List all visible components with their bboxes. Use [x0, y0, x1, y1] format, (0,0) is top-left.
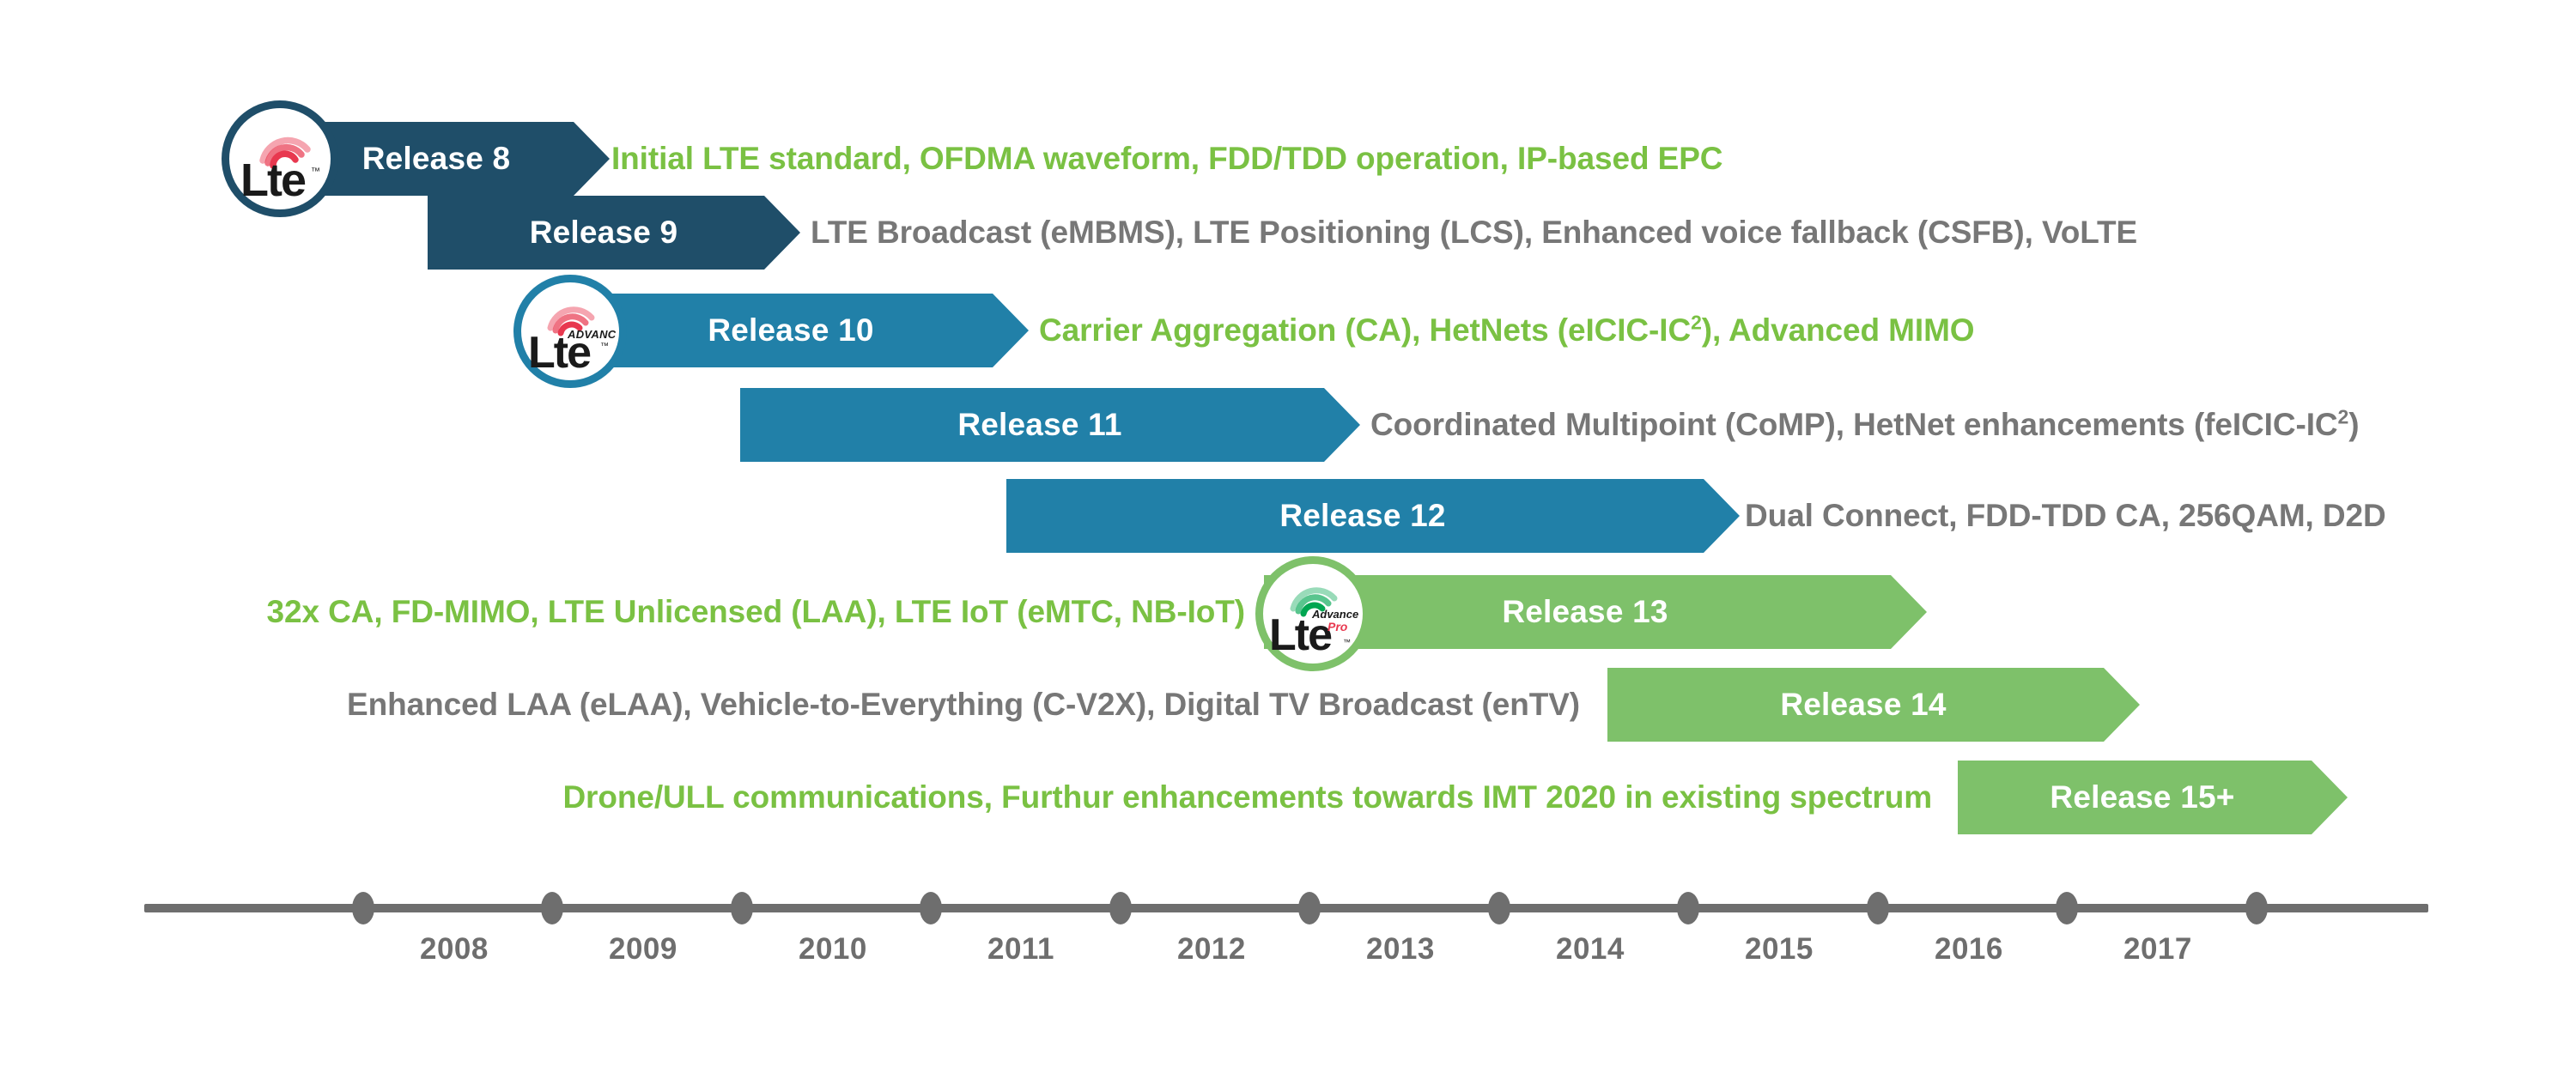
timeline-year-label: 2017	[2123, 932, 2192, 966]
release-row: Drone/ULL communications, Furthur enhanc…	[0, 761, 2576, 834]
lte-advanced-logo-icon: Lte ADVANCED ™	[528, 306, 616, 374]
lte-logo-icon: Lte ™	[240, 136, 320, 202]
release-arrow-release-12[interactable]: Release 12	[1006, 479, 1740, 553]
release-description: Drone/ULL communications, Furthur enhanc…	[155, 761, 1932, 834]
timeline-year-label: 2008	[420, 932, 489, 966]
release-description: Coordinated Multipoint (CoMP), HetNet en…	[1370, 388, 2573, 462]
release-arrow-label: Release 10	[708, 312, 874, 348]
release-row: Enhanced LAA (eLAA), Vehicle-to-Everythi…	[0, 668, 2576, 742]
release-description-text: LTE Broadcast (eMBMS), LTE Positioning (…	[811, 215, 2138, 250]
release-arrow-label: Release 13	[1502, 594, 1668, 629]
release-description-text: 32x CA, FD-MIMO, LTE Unlicensed (LAA), L…	[266, 594, 1246, 629]
release-row: Release 12 Dual Connect, FDD-TDD CA, 256…	[0, 479, 2576, 553]
release-arrow-release-9[interactable]: Release 9	[428, 196, 800, 270]
timeline-tick-dot	[731, 892, 753, 924]
timeline-year-label: 2016	[1935, 932, 2003, 966]
release-description-text: Coordinated Multipoint (CoMP), HetNet en…	[1370, 405, 2360, 442]
release-arrow-release-14[interactable]: Release 14	[1607, 668, 2140, 742]
release-arrow-release-10[interactable]: Release 10	[574, 294, 1029, 367]
timeline-tick-dot	[920, 892, 942, 924]
timeline-year-label: 2013	[1366, 932, 1435, 966]
release-arrow-label: Release 8	[361, 141, 511, 176]
release-row: Release 10 Carrier Aggregation (CA), Het…	[0, 275, 2576, 388]
timeline-tick-dot	[1677, 892, 1699, 924]
release-arrow-release-11[interactable]: Release 11	[740, 388, 1360, 462]
lte-release-timeline: Release 8 Initial LTE standard, OFDMA wa…	[0, 0, 2576, 1091]
timeline-year-label: 2011	[987, 932, 1054, 966]
release-description-text: Initial LTE standard, OFDMA waveform, FD…	[611, 141, 1723, 176]
timeline-tick-dot	[1298, 892, 1321, 924]
svg-text:Advanced: Advanced	[1311, 608, 1358, 621]
timeline-year-label: 2012	[1177, 932, 1246, 966]
svg-text:™: ™	[1343, 638, 1351, 646]
timeline-tick-dot	[1488, 892, 1510, 924]
release-description-text: Drone/ULL communications, Furthur enhanc…	[562, 779, 1932, 815]
release-row: Release 8 Initial LTE standard, OFDMA wa…	[0, 100, 2576, 217]
timeline-tick-dot	[2245, 892, 2268, 924]
timeline-year-label: 2010	[799, 932, 867, 966]
release-description: Initial LTE standard, OFDMA waveform, FD…	[611, 122, 2500, 196]
release-arrow-label: Release 11	[957, 407, 1122, 442]
release-arrow-label: Release 15+	[2050, 779, 2235, 815]
release-arrow-label: Release 9	[529, 215, 678, 250]
timeline-tick-dot	[1867, 892, 1889, 924]
lte-advanced-pro-logo-icon: Lte Advanced Pro ™	[1269, 587, 1358, 657]
release-description-text: Dual Connect, FDD-TDD CA, 256QAM, D2D	[1745, 498, 2386, 533]
svg-text:Pro: Pro	[1327, 620, 1348, 633]
timeline-tick-dot	[1109, 892, 1132, 924]
release-description: Enhanced LAA (eLAA), Vehicle-to-Everythi…	[155, 668, 1580, 742]
svg-text:ADVANCED: ADVANCED	[567, 328, 616, 341]
release-row: Release 11 Coordinated Multipoint (CoMP)…	[0, 388, 2576, 462]
timeline-year-label: 2009	[609, 932, 677, 966]
release-description: Carrier Aggregation (CA), HetNets (eICIC…	[1039, 294, 2499, 367]
timeline-tick-dot	[2056, 892, 2078, 924]
timeline-year-label: 2015	[1745, 932, 1814, 966]
timeline-tick-dot	[541, 892, 563, 924]
release-row: 32x CA, FD-MIMO, LTE Unlicensed (LAA), L…	[0, 556, 2576, 671]
release-arrow-release-15-plus[interactable]: Release 15+	[1958, 761, 2348, 834]
release-description-text: Carrier Aggregation (CA), HetNets (eICIC…	[1039, 311, 1975, 348]
release-description: 32x CA, FD-MIMO, LTE Unlicensed (LAA), L…	[155, 575, 1246, 649]
svg-text:Lte: Lte	[240, 155, 306, 202]
timeline-year-label: 2014	[1556, 932, 1625, 966]
release-description: LTE Broadcast (eMBMS), LTE Positioning (…	[811, 196, 2528, 270]
lte-advanced-pro-logo-badge: Lte Advanced Pro ™	[1255, 556, 1370, 671]
timeline-tick-dot	[352, 892, 374, 924]
release-arrow-label: Release 14	[1780, 687, 1947, 722]
release-row: Release 9 LTE Broadcast (eMBMS), LTE Pos…	[0, 196, 2576, 270]
lte-advanced-logo-badge: Lte ADVANCED ™	[513, 275, 627, 388]
release-description: Dual Connect, FDD-TDD CA, 256QAM, D2D	[1745, 479, 2569, 553]
release-arrow-label: Release 12	[1279, 498, 1446, 533]
svg-text:™: ™	[311, 167, 320, 177]
timeline-axis-line	[144, 904, 2428, 912]
svg-text:™: ™	[600, 342, 609, 351]
release-description-text: Enhanced LAA (eLAA), Vehicle-to-Everythi…	[347, 687, 1580, 722]
